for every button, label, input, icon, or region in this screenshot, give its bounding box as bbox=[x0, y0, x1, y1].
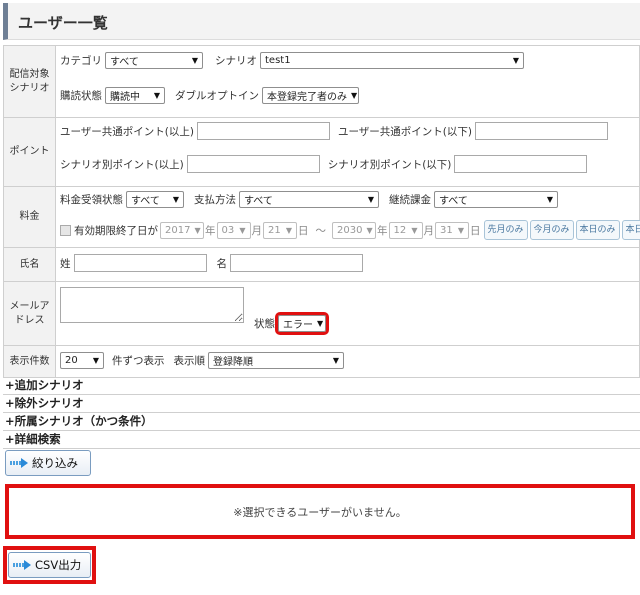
scenario-row: カテゴリ すべて ▼ シナリオ test1 ▼ 購読状態 購読中 ▼ ダブルオプトイン… bbox=[55, 45, 640, 118]
to-year-select[interactable]: 2030 ▼ bbox=[332, 221, 376, 239]
csv-export-button[interactable]: CSV出力 bbox=[8, 552, 91, 578]
last-name-input[interactable] bbox=[73, 254, 207, 272]
chevron-down-icon: ▼ bbox=[239, 225, 246, 235]
display-row-label: 表示件数 bbox=[3, 345, 56, 378]
chevron-down-icon: ▼ bbox=[512, 56, 519, 65]
scenario-label: シナリオ bbox=[215, 55, 257, 67]
from-year-select[interactable]: 2017 ▼ bbox=[160, 221, 204, 239]
per-page-select[interactable]: 20 ▼ bbox=[60, 352, 104, 369]
chevron-down-icon: ▼ bbox=[332, 356, 339, 365]
chevron-down-icon: ▼ bbox=[457, 225, 464, 235]
empty-result-message: ※選択できるユーザーがいません。 bbox=[233, 505, 407, 519]
scenario-point-min-input[interactable] bbox=[186, 155, 320, 173]
last-name-label: 姓 bbox=[60, 257, 71, 270]
payment-method-label: 支払方法 bbox=[194, 194, 236, 206]
csv-highlight: CSV出力 bbox=[3, 546, 96, 584]
scenario-row-label: 配信対象 シナリオ bbox=[3, 45, 56, 118]
mail-status-select[interactable]: エラー ▼ bbox=[275, 312, 329, 335]
payment-method-select[interactable]: すべて ▼ bbox=[239, 191, 379, 208]
mail-address-textarea[interactable] bbox=[60, 287, 244, 323]
common-point-min-input[interactable] bbox=[196, 122, 330, 140]
page-title: ユーザー一覧 bbox=[18, 14, 108, 32]
toggle-additional-scenario[interactable]: +追加シナリオ bbox=[3, 377, 640, 395]
name-row-label: 氏名 bbox=[3, 247, 56, 282]
this-month-button[interactable]: 今月のみ bbox=[529, 220, 574, 240]
expiry-label: 有効期限終了日が bbox=[74, 224, 158, 237]
fee-row: 料金受領状態 すべて ▼ 支払方法 すべて ▼ 継続課金 すべて ▼ 有効期限終了日が… bbox=[55, 186, 640, 248]
scenario-point-min-label: シナリオ別ポイント(以上) bbox=[60, 158, 184, 171]
subscribe-label: 購読状態 bbox=[60, 90, 102, 102]
arrow-right-icon bbox=[13, 560, 31, 570]
toggle-excluded-scenario[interactable]: +除外シナリオ bbox=[3, 395, 640, 413]
chevron-down-icon: ▼ bbox=[351, 91, 358, 100]
common-point-max-input[interactable] bbox=[474, 122, 608, 140]
chevron-down-icon: ▼ bbox=[172, 195, 179, 204]
display-row: 20 ▼ 件ずつ表示 表示順 登録降順 ▼ bbox=[55, 345, 640, 378]
to-day-select[interactable]: 31 ▼ bbox=[435, 221, 469, 239]
to-month-select[interactable]: 12 ▼ bbox=[388, 221, 423, 239]
mail-row: 状態 エラー ▼ bbox=[55, 281, 640, 346]
order-label: 表示順 bbox=[173, 355, 206, 367]
first-name-label: 名 bbox=[216, 257, 228, 270]
first-name-input[interactable] bbox=[230, 254, 363, 272]
chevron-down-icon: ▼ bbox=[191, 56, 198, 65]
toggle-advanced-search[interactable]: +詳細検索 bbox=[3, 431, 640, 449]
scenario-select[interactable]: test1 ▼ bbox=[260, 52, 524, 69]
fee-receipt-select[interactable]: すべて ▼ bbox=[126, 191, 184, 208]
scenario-point-max-label: シナリオ別ポイント(以下) bbox=[327, 158, 452, 171]
arrow-right-icon bbox=[10, 458, 28, 468]
common-point-max-label: ユーザー共通ポイント(以下) bbox=[337, 125, 472, 138]
today-button[interactable]: 本日のみ bbox=[575, 220, 620, 240]
points-row-label: ポイント bbox=[3, 117, 56, 187]
chevron-down-icon: ▼ bbox=[367, 195, 374, 204]
chevron-down-icon: ▼ bbox=[366, 225, 373, 235]
per-page-label: 件ずつ表示 bbox=[112, 355, 165, 367]
toggle-member-scenario[interactable]: +所属シナリオ（かつ条件） bbox=[3, 413, 640, 431]
common-point-min-label: ユーザー共通ポイント(以上) bbox=[60, 125, 194, 138]
page-header: ユーザー一覧 bbox=[3, 3, 640, 40]
mail-row-label: メールア ドレス bbox=[3, 281, 56, 346]
recurring-label: 継続課金 bbox=[389, 194, 431, 206]
last-month-button[interactable]: 先月のみ bbox=[483, 220, 528, 240]
mail-status-label: 状態 bbox=[254, 318, 275, 330]
scenario-point-max-input[interactable] bbox=[454, 155, 588, 173]
after-today-button[interactable]: 本日以降 bbox=[621, 220, 640, 240]
fee-row-label: 料金 bbox=[3, 186, 56, 248]
filter-form: 配信対象 シナリオ カテゴリ すべて ▼ シナリオ test1 ▼ 購読状態 購読中… bbox=[3, 45, 640, 378]
double-optin-select[interactable]: 本登録完了者のみ ▼ bbox=[262, 87, 359, 104]
from-day-select[interactable]: 21 ▼ bbox=[263, 221, 297, 239]
double-optin-label: ダブルオプトイン bbox=[175, 90, 259, 102]
fee-receipt-label: 料金受領状態 bbox=[60, 194, 123, 206]
name-row: 姓 名 bbox=[55, 247, 640, 282]
result-message-box: ※選択できるユーザーがいません。 bbox=[5, 484, 635, 539]
chevron-down-icon: ▼ bbox=[285, 225, 292, 235]
category-label: カテゴリ bbox=[60, 55, 102, 67]
category-select[interactable]: すべて ▼ bbox=[105, 52, 203, 69]
filter-button[interactable]: 絞り込み bbox=[5, 450, 91, 476]
points-row: ユーザー共通ポイント(以上) ユーザー共通ポイント(以下) シナリオ別ポイント(… bbox=[55, 117, 640, 187]
chevron-down-icon: ▼ bbox=[194, 225, 201, 235]
expiry-checkbox[interactable] bbox=[60, 224, 71, 236]
chevron-down-icon: ▼ bbox=[411, 225, 418, 235]
from-month-select[interactable]: 03 ▼ bbox=[216, 221, 251, 239]
recurring-select[interactable]: すべて ▼ bbox=[434, 191, 558, 208]
chevron-down-icon: ▼ bbox=[317, 319, 324, 328]
chevron-down-icon: ▼ bbox=[153, 91, 160, 100]
subscribe-select[interactable]: 購読中 ▼ bbox=[105, 87, 165, 104]
chevron-down-icon: ▼ bbox=[546, 195, 553, 204]
order-select[interactable]: 登録降順 ▼ bbox=[208, 352, 344, 369]
chevron-down-icon: ▼ bbox=[92, 356, 99, 365]
